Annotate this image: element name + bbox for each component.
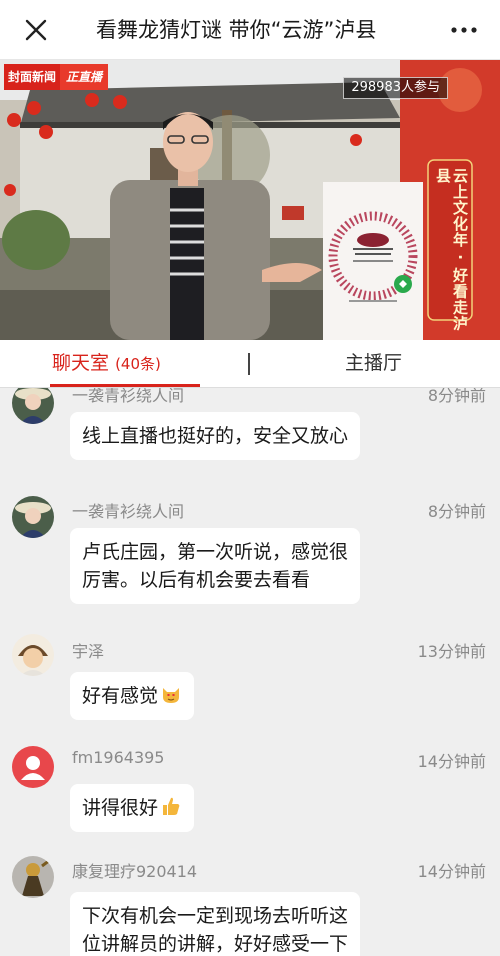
message-time: 13分钟前 (417, 642, 486, 661)
close-icon[interactable] (18, 12, 54, 48)
qr-code-icon (328, 211, 418, 302)
woman-hat-avatar[interactable] (12, 496, 54, 538)
viewer-count-badge: 298983人参与 (343, 77, 448, 99)
video-frame (0, 60, 500, 340)
tab-host-hall[interactable]: 主播厅 (345, 340, 402, 388)
sender-name: 一袭青衫绕人间 (72, 502, 185, 521)
woman-hat-avatar[interactable] (12, 388, 54, 424)
warrior-avatar[interactable] (12, 856, 54, 898)
tab-chat-room-label: 聊天室 (52, 352, 110, 374)
sender-name: fm1964395 (72, 748, 165, 767)
message-bubble: 卢氏庄园，第一次听说，感觉很 厉害。以后有机会要去看看 (70, 528, 361, 604)
message-bubble: 下次有机会一定到现场去听听这 位讲解员的讲解，好好感受一下 (70, 892, 361, 956)
message-text-line: 卢氏庄园，第一次听说，感觉很 (82, 541, 349, 563)
chat-count: (40条) (115, 355, 161, 373)
tab-host-hall-label: 主播厅 (345, 352, 403, 374)
live-badge: 封面新闻 正直播 (4, 64, 109, 90)
mini-program-code[interactable] (323, 182, 423, 340)
more-icon[interactable] (450, 22, 478, 38)
sender-name: 一袭青衫绕人间 (72, 388, 185, 405)
chat-list[interactable]: 一袭青衫绕人间 8分钟前 线上直播也挺好的，安全又放心 一袭青衫绕人间 8分钟前… (0, 388, 500, 956)
cartoon-boy-avatar[interactable] (12, 634, 54, 676)
brand-label: 封面新闻 (4, 64, 61, 90)
tab-divider (248, 353, 250, 375)
message-text: 线上直播也挺好的，安全又放心 (82, 425, 349, 447)
message-text: 好有感觉 (82, 685, 159, 707)
heart-eyes-cat-emoji (163, 688, 180, 703)
thumbs-up-emoji (163, 797, 180, 815)
message-bubble: 线上直播也挺好的，安全又放心 (70, 412, 361, 460)
message-time: 14分钟前 (417, 752, 486, 771)
live-status-label: 正直播 (60, 64, 109, 90)
message-text: 讲得很好 (82, 797, 159, 819)
message-bubble: 好有感觉 (70, 672, 195, 720)
message-time: 8分钟前 (427, 388, 486, 405)
banner-text: 云上文化年 · 好看走泸县 (434, 168, 469, 332)
message-time: 8分钟前 (427, 502, 486, 521)
message-text-line: 厉害。以后有机会要去看看 (82, 569, 311, 591)
tab-chat-room[interactable]: 聊天室 (40条) (52, 340, 161, 388)
message-text-line: 下次有机会一定到现场去听听这 (82, 905, 349, 927)
live-video-player[interactable]: 封面新闻 正直播 298983人参与 云上文化年 · 好看走泸县 (0, 60, 500, 340)
sender-name: 康复理疗920414 (72, 862, 198, 881)
message-text-line: 位讲解员的讲解，好好感受一下 (82, 933, 349, 955)
sender-name: 宇泽 (72, 642, 105, 661)
message-bubble: 讲得很好 (70, 784, 195, 832)
page-title: 看舞龙猜灯谜 带你“云游”泸县 (96, 18, 377, 42)
chat-tabs: 聊天室 (40条) 主播厅 (0, 340, 500, 388)
active-tab-indicator (50, 384, 200, 387)
top-navbar: 看舞龙猜灯谜 带你“云游”泸县 (0, 0, 500, 60)
message-time: 14分钟前 (417, 862, 486, 881)
default-user-avatar[interactable] (12, 746, 54, 788)
